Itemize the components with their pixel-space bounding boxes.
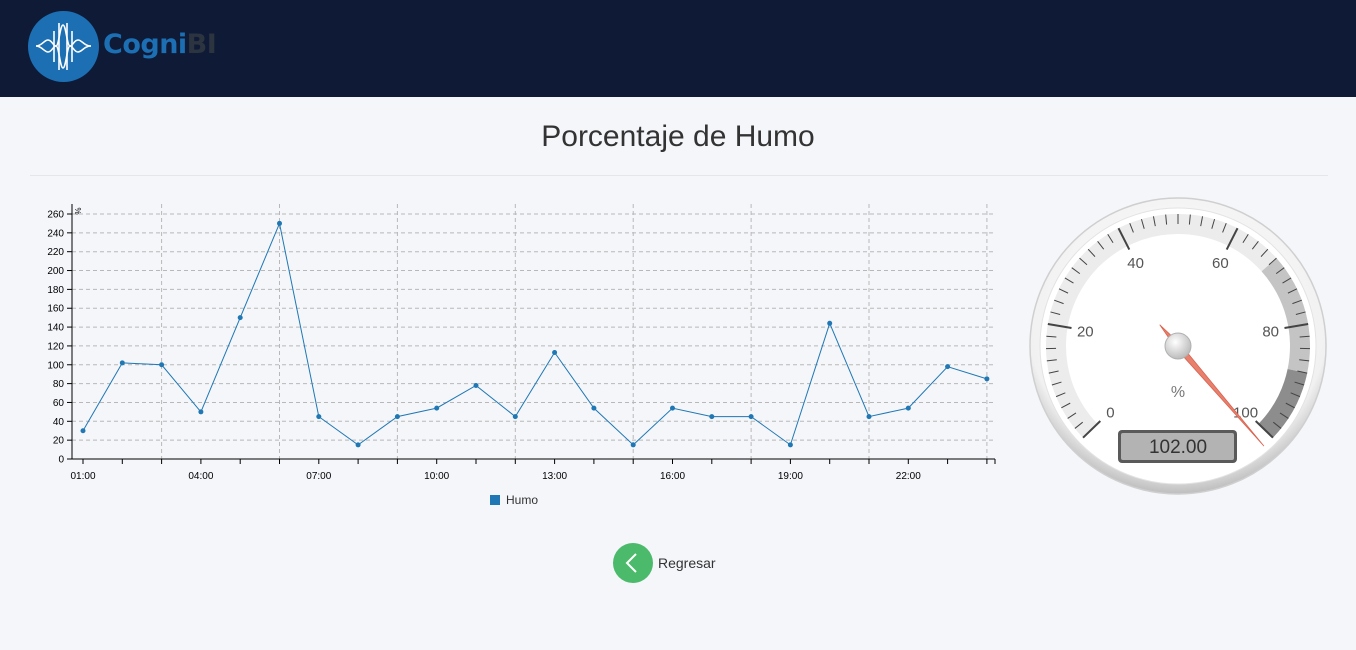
data-point [945,364,951,370]
legend-label: Humo [506,493,538,507]
y-axis-label: % [74,207,83,214]
y-tick-label: 60 [53,398,65,409]
smoke-gauge: 02040 6080100%102.00 [1029,197,1327,495]
back-button-label[interactable]: Regresar [658,555,716,571]
data-point [591,405,597,411]
data-point [670,405,675,411]
x-tick-label: 01:00 [70,471,95,482]
x-tick-label: 13:00 [542,471,567,482]
data-point [552,350,558,356]
data-point [473,383,479,388]
logo-text-bi: BI [186,29,217,60]
data-point [748,414,754,420]
data-point [355,442,361,448]
y-tick-label: 0 [58,455,64,466]
data-point [787,442,793,448]
y-tick-label: 140 [47,323,64,334]
data-point [316,414,322,420]
x-tick-label: 22:00 [896,471,921,482]
gauge-scale-label: 40 [1127,255,1144,272]
data-point [159,362,165,368]
series-line-humo [82,221,988,446]
x-tick-label: 19:00 [778,471,803,482]
x-tick-label: 10:00 [424,471,449,482]
title-divider [30,175,1328,176]
top-bar: CogniBI [0,0,1356,97]
y-tick-label: 180 [47,285,64,296]
gauge-scale-label: 20 [1077,323,1094,340]
data-point [709,414,715,420]
y-tick-label: 200 [47,266,64,277]
logo-text-cogni: Cogni [103,29,187,60]
data-point [905,405,911,411]
gauge-scale-label: 0 [1106,404,1114,421]
logo-text: CogniBI [103,29,217,60]
y-tick-label: 260 [47,210,64,221]
y-tick-label: 100 [47,360,64,371]
data-point [984,376,990,382]
y-tick-label: 220 [47,247,64,258]
data-point [80,428,86,434]
data-point [237,315,243,321]
data-point [512,414,518,420]
y-tick-label: 20 [53,436,65,447]
back-arrow-icon[interactable] [613,543,653,583]
x-tick-label: 16:00 [660,471,685,482]
y-tick-label: 40 [53,417,65,428]
data-point [630,442,636,448]
page-title: Porcentaje de Humo [541,120,815,153]
y-tick-label: 240 [47,228,64,239]
gauge-unit: % [1171,384,1185,401]
data-point [866,414,872,420]
gauge-scale-label: 80 [1262,323,1279,340]
smoke-line-chart: 0 20 40 60 80 100 120 140 160 180 200 220 240 260 01:0… [47,204,996,507]
data-point [434,405,440,411]
x-tick-label: 07:00 [306,471,331,482]
cognibi-logo[interactable]: CogniBI [28,11,228,83]
gauge-value-readout: 102.00 [1149,437,1207,458]
data-point [198,409,204,415]
y-tick-label: 160 [47,304,64,315]
y-tick-label: 80 [53,379,65,390]
data-point [119,360,125,366]
gauge-needle-hub [1164,332,1192,360]
y-tick-label: 120 [47,341,64,352]
logo-wave-icon [28,11,99,82]
data-point [277,220,282,226]
legend-swatch [490,495,500,505]
gauge-scale-label: 60 [1212,255,1229,272]
x-tick-label: 04:00 [188,471,213,482]
back-button[interactable]: Regresar [613,543,716,583]
data-point [394,414,400,420]
data-point [827,320,833,326]
